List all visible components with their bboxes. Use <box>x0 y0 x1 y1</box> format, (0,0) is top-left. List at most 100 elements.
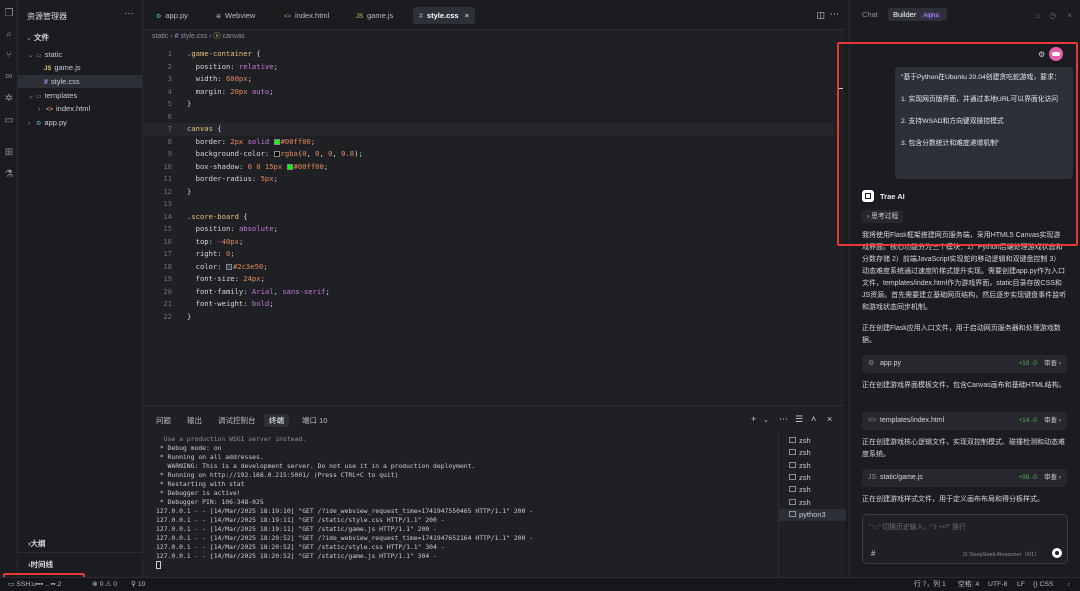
line-ending[interactable]: LF <box>1017 578 1025 591</box>
code-line[interactable]: 8 border: 2px solid #00ff00; <box>144 136 834 149</box>
code-line[interactable]: 22} <box>144 311 834 324</box>
bell-icon[interactable]: ♪ <box>1067 578 1070 591</box>
terminal-instance[interactable]: zsh <box>779 435 846 447</box>
more-icon[interactable]: ··· <box>124 8 134 19</box>
tab-game-js[interactable]: JS game.js <box>356 7 393 24</box>
tab-webview[interactable]: ⊕ Webview <box>216 7 255 24</box>
line-number: 9 <box>167 149 172 158</box>
bottom-panel: 问题 输出 调试控制台 终端 端口 10 + ⌄ ⋯ ☰ ˄ × Use a p… <box>144 405 846 578</box>
code-line[interactable]: 5} <box>144 98 834 111</box>
chevron-down-icon[interactable]: ⌄ <box>763 416 769 424</box>
breadcrumb-item[interactable]: style.css <box>180 33 207 40</box>
tab-output[interactable]: 输出 <box>187 415 202 426</box>
review-button[interactable]: 审查 › <box>1044 355 1061 373</box>
tree-item-label: game.js <box>54 63 81 72</box>
code-line[interactable]: 4 margin: 20px auto; <box>144 86 834 99</box>
debug-icon[interactable]: ✲ <box>3 93 15 105</box>
clock-icon[interactable]: ◷ <box>1049 11 1056 20</box>
code-line[interactable]: 20 font-family: Arial, sans-serif; <box>144 286 834 299</box>
code-line[interactable]: 10 box-shadow: 0 0 15px #00ff00; <box>144 161 834 174</box>
terminal-instance-label: python3 <box>799 509 826 519</box>
indentation[interactable]: 空格: 4 <box>958 578 979 591</box>
tree-item-game-js[interactable]: JS game.js <box>18 61 142 74</box>
source-control-icon[interactable]: ⑂ <box>3 50 15 62</box>
tab-index-html[interactable]: <> index.html <box>284 7 329 24</box>
code-line[interactable]: 19 font-size: 24px; <box>144 273 834 286</box>
tab-style-css[interactable]: # style.css × <box>413 7 475 24</box>
code-line[interactable]: 12} <box>144 186 834 199</box>
maximize-icon[interactable]: ˄ <box>811 414 816 424</box>
terminal-instance[interactable]: zsh <box>779 497 846 509</box>
file-card-index-html[interactable]: <> templates/index.html +14 -0 审查 › <box>862 412 1067 430</box>
code-line[interactable]: 21 font-weight: bold; <box>144 298 834 311</box>
language-mode[interactable]: {} CSS <box>1033 578 1053 591</box>
tab-builder[interactable]: Builder Alpha <box>888 8 947 21</box>
tree-item-static[interactable]: ⌄ ▭ static <box>18 48 142 61</box>
remote-indicator[interactable]: ▭ SSH:u▪▪▪ .. ▪▪.2 <box>8 578 61 591</box>
file-card-app-py[interactable]: ⚙ app.py +18 -0 审查 › <box>862 355 1067 373</box>
model-selector[interactable]: ⊡ DeepSeek-Reasoner（R1） <box>963 550 1040 558</box>
breadcrumb-item[interactable]: canvas <box>222 33 244 40</box>
list-icon[interactable]: ☰ <box>795 414 803 425</box>
ports-indicator[interactable]: ⚲ 10 <box>131 578 145 591</box>
context-hash-button[interactable]: # <box>871 549 875 558</box>
split-editor-icon[interactable]: ◫ <box>816 10 825 21</box>
code-line[interactable]: 6 <box>144 111 834 124</box>
code-line[interactable]: 7 canvas { <box>144 123 834 136</box>
tree-item-index-html[interactable]: › <> index.html <box>18 102 142 115</box>
remote-icon[interactable]: ∞ <box>3 71 15 83</box>
code-line[interactable]: 16 top: -40px; <box>144 236 834 249</box>
code-line[interactable]: 14 .score-board { <box>144 211 834 224</box>
code-line[interactable]: 17 right: 0; <box>144 248 834 261</box>
new-terminal-icon[interactable]: + <box>751 414 756 424</box>
breadcrumb-item[interactable]: static <box>152 33 168 40</box>
review-button[interactable]: 审查 › <box>1044 412 1061 430</box>
code-line[interactable]: 9 background-color: rgba(0, 0, 0, 0.8); <box>144 148 834 161</box>
code-line[interactable]: 15 position: absolute; <box>144 223 834 236</box>
send-button[interactable] <box>1052 548 1062 558</box>
problems-indicator[interactable]: ⊗ 0 ⚠ 0 <box>92 578 117 591</box>
close-icon[interactable]: × <box>465 11 469 20</box>
test-icon[interactable]: ⚗ <box>3 169 15 181</box>
close-panel-icon[interactable]: × <box>827 414 832 424</box>
code-line[interactable]: 3 width: 600px; <box>144 73 834 86</box>
terminal-instance[interactable]: zsh <box>779 484 846 496</box>
tab-chat[interactable]: Chat <box>862 10 878 19</box>
tree-item-style-css[interactable]: # style.css <box>18 75 142 88</box>
section-outline[interactable]: ›大纲 <box>18 537 142 550</box>
terminal-instance[interactable]: zsh <box>779 447 846 459</box>
more-icon[interactable]: ⋯ <box>830 9 839 20</box>
diff-count: +14 -0 <box>1018 417 1037 424</box>
tab-ports[interactable]: 端口 10 <box>302 415 327 426</box>
terminal-instance[interactable]: python3 <box>779 508 846 521</box>
tab-problems[interactable]: 问题 <box>156 415 171 426</box>
code-line[interactable]: 2 position: relative; <box>144 61 834 74</box>
terminal-instance[interactable]: zsh <box>779 472 846 484</box>
tree-item-templates[interactable]: ⌄ ▭ templates <box>18 89 142 102</box>
more-icon[interactable]: ⋯ <box>779 414 788 425</box>
review-button[interactable]: 审查 › <box>1044 469 1061 487</box>
encoding[interactable]: UTF-8 <box>988 578 1007 591</box>
explorer-icon[interactable]: ❐ <box>3 8 15 20</box>
ide-window: ❐ ⌕ ⑂ ∞ ✲ ▭ ⊞ ⚗ 资源管理器 ··· ⌄ 文件 ⌄ ▭ static J… <box>0 0 1080 591</box>
file-card-game-js[interactable]: JS static/game.js +99 -0 审查 › <box>862 469 1067 487</box>
tab-terminal[interactable]: 终端 <box>264 414 289 427</box>
section-files[interactable]: ⌄ 文件 <box>18 31 142 44</box>
chat-input[interactable]: "↑↓" 切换历史输入，"⇧+⏎" 换行 # ⊡ DeepSeek-Reason… <box>862 514 1068 564</box>
search-icon[interactable]: ⌕ <box>3 29 15 41</box>
code-line[interactable]: 18 color: #2c3e50; <box>144 261 834 274</box>
tree-item-app-py[interactable]: › ⚙ app.py <box>18 116 142 129</box>
preview-icon[interactable]: ▭ <box>3 115 15 127</box>
code-line[interactable]: 13 <box>144 198 834 211</box>
cursor-position[interactable]: 行 7，列 1 <box>914 578 946 591</box>
section-timeline[interactable]: ›时间线 <box>18 558 142 571</box>
editor-area: ⚙ app.py ⊕ Webview <> index.html JS game.js … <box>144 0 845 405</box>
extensions-icon[interactable]: ⊞ <box>3 147 15 159</box>
code-line[interactable]: 11 border-radius: 5px; <box>144 173 834 186</box>
history-icon[interactable]: ⌂ <box>1035 11 1040 20</box>
terminal-instance[interactable]: zsh <box>779 460 846 472</box>
tab-app-py[interactable]: ⚙ app.py <box>156 7 188 24</box>
close-icon[interactable]: × <box>1067 11 1072 20</box>
code-line[interactable]: 1 .game-container { <box>144 48 834 61</box>
tab-debug-console[interactable]: 调试控制台 <box>218 415 256 426</box>
